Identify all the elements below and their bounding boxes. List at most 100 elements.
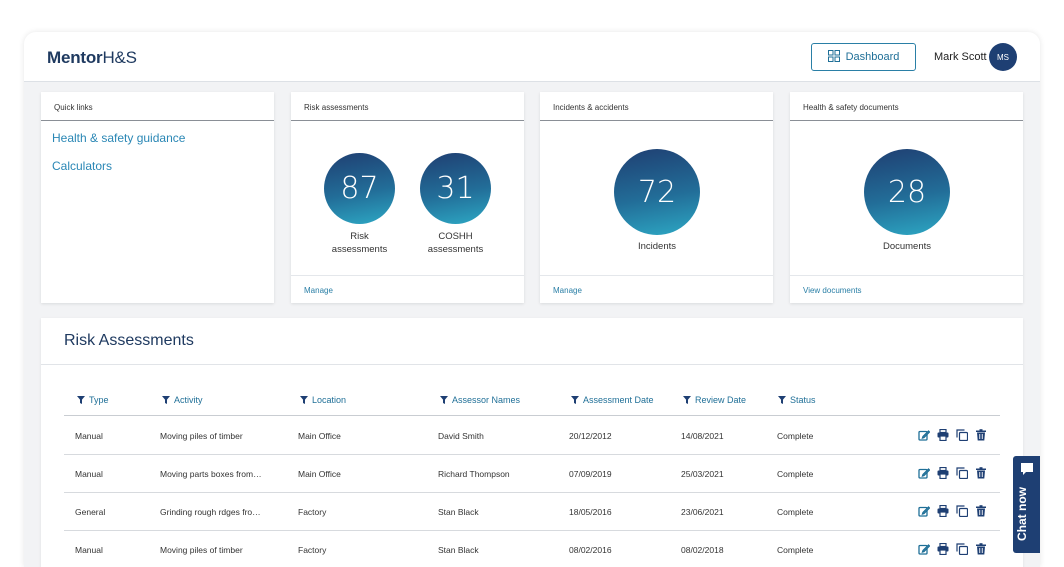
documents-count-circle[interactable]: 28 (864, 149, 950, 235)
column-header-label: Review Date (695, 395, 747, 405)
column-header-activity[interactable]: Activity (162, 395, 203, 405)
cell-status: Complete (777, 507, 814, 517)
coshh-count-circle[interactable]: 31 (420, 153, 491, 224)
risk-count-label: Risk assessments (331, 231, 388, 255)
cell-location: Main Office (298, 431, 341, 441)
cell-review-date: 25/03/2021 (681, 469, 724, 479)
cell-review-date: 23/06/2021 (681, 507, 724, 517)
grid-icon (827, 49, 840, 65)
cell-assessor: Stan Black (438, 545, 479, 555)
cell-assessment-date: 20/12/2012 (569, 431, 612, 441)
row-divider (64, 530, 1000, 531)
chat-now-label: Chat now (1015, 487, 1029, 541)
dashboard-button-label: Dashboard (845, 51, 900, 63)
app-logo[interactable]: MentorH&S (47, 48, 137, 68)
dashboard-button[interactable]: Dashboard (811, 43, 916, 71)
panel-title: Risk Assessments (64, 332, 194, 349)
cell-location: Factory (298, 507, 327, 517)
cell-assessment-date: 07/09/2019 (569, 469, 612, 479)
delete-icon[interactable] (975, 542, 988, 555)
cell-type: Manual (75, 545, 103, 555)
copy-icon[interactable] (956, 428, 969, 442)
cell-assessor: Stan Black (438, 507, 479, 517)
documents-count-label: Documents (882, 241, 932, 252)
column-header-label: Assessment Date (583, 395, 654, 405)
cell-type: General (75, 507, 106, 517)
documents-card: Health & safety documents 28 Documents V… (790, 92, 1023, 303)
edit-icon[interactable] (918, 466, 931, 479)
print-icon[interactable] (937, 504, 950, 518)
row-divider (64, 492, 1000, 493)
edit-icon[interactable] (918, 542, 931, 555)
filter-icon (683, 396, 691, 404)
row-actions (918, 542, 988, 556)
print-icon[interactable] (937, 428, 950, 442)
quick-link-guidance[interactable]: Health & safety guidance (52, 131, 274, 145)
avatar[interactable]: MS (989, 43, 1017, 71)
user-name[interactable]: Mark Scott (934, 51, 987, 63)
quick-links-card: Quick links Health & safety guidance Cal… (41, 92, 274, 303)
quick-link-calculators[interactable]: Calculators (52, 159, 274, 173)
print-icon[interactable] (937, 466, 950, 480)
row-divider (64, 454, 1000, 455)
edit-icon[interactable] (918, 428, 931, 441)
delete-icon[interactable] (975, 466, 988, 479)
column-header-assessor[interactable]: Assessor Names (440, 395, 520, 405)
risk-count-circle[interactable]: 87 (324, 153, 395, 224)
cell-review-date: 08/02/2018 (681, 545, 724, 555)
risk-assessments-panel: Risk Assessments Type Activity Location … (41, 318, 1023, 567)
edit-icon[interactable] (918, 504, 931, 517)
risk-assessments-card: Risk assessments 87 Risk assessments 31 C… (291, 92, 524, 303)
cell-assessor: Richard Thompson (438, 469, 510, 479)
chat-now-button[interactable]: Chat now (1013, 456, 1040, 553)
divider (41, 364, 1023, 365)
filter-icon (300, 396, 308, 404)
column-header-label: Type (89, 395, 109, 405)
incidents-card: Incidents & accidents 72 Incidents Manag… (540, 92, 773, 303)
filter-icon (440, 396, 448, 404)
delete-icon[interactable] (975, 428, 988, 441)
column-header-type[interactable]: Type (77, 395, 109, 405)
manage-risk-link[interactable]: Manage (291, 275, 524, 303)
cell-activity: Grinding rough rdges fro… (160, 507, 261, 517)
column-header-label: Activity (174, 395, 203, 405)
cell-activity: Moving parts boxes from… (160, 469, 262, 479)
chat-bubble-icon (1021, 463, 1033, 475)
filter-icon (162, 396, 170, 404)
manage-incidents-link[interactable]: Manage (540, 275, 773, 303)
copy-icon[interactable] (956, 504, 969, 518)
top-bar: MentorH&S Dashboard Mark Scott MS (24, 32, 1040, 82)
cell-review-date: 14/08/2021 (681, 431, 724, 441)
column-header-location[interactable]: Location (300, 395, 346, 405)
cell-status: Complete (777, 431, 814, 441)
card-title: Risk assessments (291, 92, 524, 121)
cell-location: Factory (298, 545, 327, 555)
filter-icon (77, 396, 85, 404)
cell-activity: Moving piles of timber (160, 431, 243, 441)
app-window: MentorH&S Dashboard Mark Scott MS Quick … (24, 32, 1040, 567)
cell-assessment-date: 08/02/2016 (569, 545, 612, 555)
column-header-status[interactable]: Status (778, 395, 816, 405)
cell-location: Main Office (298, 469, 341, 479)
cell-status: Complete (777, 545, 814, 555)
cell-type: Manual (75, 431, 103, 441)
card-title: Incidents & accidents (540, 92, 773, 121)
card-title: Health & safety documents (790, 92, 1023, 121)
card-title: Quick links (41, 92, 274, 121)
cell-status: Complete (777, 469, 814, 479)
cell-assessment-date: 18/05/2016 (569, 507, 612, 517)
row-actions (918, 504, 988, 518)
column-header-review-date[interactable]: Review Date (683, 395, 746, 405)
incidents-count-circle[interactable]: 72 (614, 149, 700, 235)
row-actions (918, 428, 988, 442)
column-header-label: Status (790, 395, 816, 405)
column-header-label: Location (312, 395, 347, 405)
delete-icon[interactable] (975, 504, 988, 517)
copy-icon[interactable] (956, 466, 969, 480)
copy-icon[interactable] (956, 542, 969, 556)
incidents-count-label: Incidents (637, 241, 677, 252)
cell-activity: Moving piles of timber (160, 545, 243, 555)
column-header-assessment-date[interactable]: Assessment Date (571, 395, 654, 405)
print-icon[interactable] (937, 542, 950, 556)
view-documents-link[interactable]: View documents (790, 275, 1023, 303)
